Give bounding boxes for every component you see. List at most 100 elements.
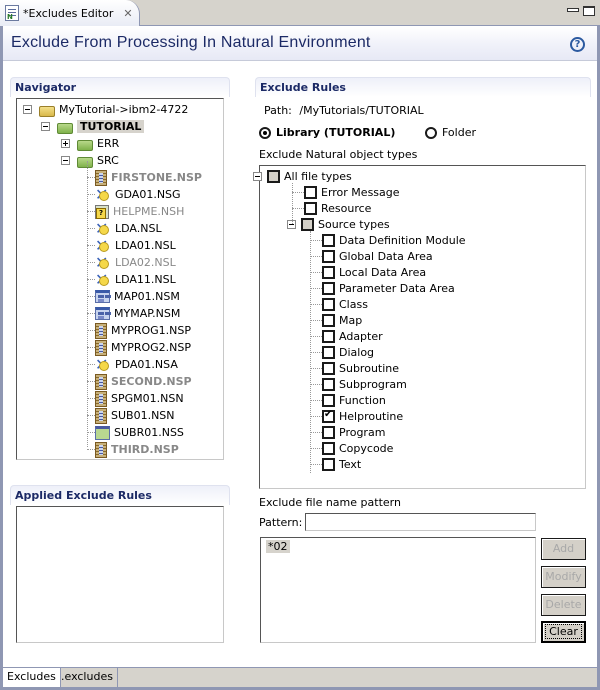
- applied-rules-list[interactable]: [16, 506, 224, 643]
- clear-button[interactable]: Clear: [541, 621, 586, 643]
- tab-excludes[interactable]: Excludes: [3, 668, 61, 687]
- object-type-item[interactable]: Function: [322, 392, 386, 409]
- navigator-item[interactable]: MYPROG2.NSP: [95, 339, 191, 356]
- library-radio-button[interactable]: [259, 126, 271, 139]
- tree-guide-line: [87, 279, 95, 280]
- object-type-item[interactable]: Dialog: [322, 344, 374, 361]
- navigator-item[interactable]: MyTutorial->ibm2-4722: [23, 101, 188, 118]
- navigator-item[interactable]: GDA01.NSG: [95, 185, 181, 204]
- navigator-item[interactable]: THIRD.NSP: [95, 441, 179, 458]
- object-type-label: Program: [339, 426, 386, 439]
- help-icon[interactable]: ?: [570, 37, 585, 52]
- navigator-item[interactable]: MYMAP.NSM: [95, 305, 180, 322]
- checkbox[interactable]: [322, 409, 335, 423]
- collapse-icon[interactable]: [41, 122, 50, 131]
- tab-excludes-source[interactable]: .excludes: [57, 668, 118, 687]
- tree-guide-line: [292, 192, 304, 193]
- object-type-item[interactable]: Adapter: [322, 328, 383, 345]
- object-type-item[interactable]: Error Message: [304, 184, 400, 201]
- object-type-item[interactable]: Data Definition Module: [322, 232, 466, 249]
- checkbox[interactable]: [322, 442, 335, 455]
- library-radio[interactable]: Library (TUTORIAL): [259, 126, 395, 139]
- object-type-item[interactable]: Program: [322, 424, 385, 441]
- navigator-tree[interactable]: MyTutorial->ibm2-4722 TUTORIAL ERR SRC FIRST…: [16, 98, 224, 460]
- folder-radio-button[interactable]: [425, 126, 437, 139]
- checkbox[interactable]: [322, 314, 335, 327]
- clear-button-label: Clear: [545, 624, 582, 639]
- maximize-icon[interactable]: [583, 6, 595, 16]
- checkbox[interactable]: [322, 362, 335, 375]
- navigator-item[interactable]: LDA01.NSL: [95, 236, 176, 255]
- checkbox[interactable]: [301, 218, 314, 231]
- navigator-item[interactable]: HELPME.NSH: [95, 203, 184, 220]
- object-type-item[interactable]: Text: [322, 456, 361, 473]
- subprogram-icon: [95, 407, 107, 424]
- navigator-item[interactable]: TUTORIAL: [41, 118, 145, 135]
- checkbox[interactable]: [322, 282, 335, 295]
- checkbox[interactable]: [322, 234, 335, 247]
- navigator-item[interactable]: LDA02.NSL: [95, 253, 176, 272]
- checkbox[interactable]: [322, 298, 335, 311]
- navigator-item[interactable]: MAP01.NSM: [95, 288, 180, 305]
- tree-guide-line: [310, 336, 322, 337]
- checkbox[interactable]: [304, 186, 317, 199]
- tree-guide-line: [310, 288, 322, 289]
- navigator-item[interactable]: MYPROG1.NSP: [95, 322, 191, 339]
- collapse-icon[interactable]: [253, 172, 262, 181]
- checkbox[interactable]: [322, 394, 335, 407]
- navigator-item[interactable]: ERR: [61, 135, 119, 152]
- tree-guide-line: [87, 245, 95, 246]
- object-type-item[interactable]: Local Data Area: [322, 264, 426, 281]
- pattern-list-item[interactable]: *02: [266, 540, 290, 553]
- checkbox[interactable]: [322, 330, 335, 343]
- navigator-item[interactable]: SRC: [61, 152, 119, 169]
- editor-tab[interactable]: *Excludes Editor ✕: [0, 0, 140, 26]
- navigator-item[interactable]: FIRSTONE.NSP: [95, 169, 202, 186]
- collapse-icon[interactable]: [61, 156, 70, 165]
- checkbox[interactable]: [267, 170, 280, 183]
- object-type-item[interactable]: Parameter Data Area: [322, 280, 455, 297]
- checkbox[interactable]: [322, 250, 335, 263]
- object-type-item[interactable]: Class: [322, 296, 368, 313]
- modify-button[interactable]: Modify: [541, 566, 586, 588]
- object-type-item[interactable]: Global Data Area: [322, 248, 433, 265]
- object-type-label: Error Message: [321, 186, 400, 199]
- navigator-item[interactable]: LDA11.NSL: [95, 270, 176, 289]
- folder-radio[interactable]: Folder: [425, 126, 476, 139]
- navigator-item[interactable]: SPGM01.NSN: [95, 390, 184, 407]
- checkbox[interactable]: [322, 346, 335, 359]
- navigator-item[interactable]: SUBR01.NSS: [95, 424, 184, 441]
- object-type-item[interactable]: Source types: [287, 216, 390, 233]
- close-icon[interactable]: ✕: [123, 7, 132, 20]
- object-type-item[interactable]: Resource: [304, 200, 371, 217]
- navigator-item-label: ERR: [97, 137, 120, 150]
- object-type-item[interactable]: Subprogram: [322, 376, 407, 393]
- pattern-list[interactable]: *02: [260, 537, 536, 643]
- checkbox[interactable]: [322, 458, 335, 471]
- checkbox[interactable]: [322, 266, 335, 279]
- checkbox[interactable]: [322, 378, 335, 391]
- object-types-tree[interactable]: All file types Error Message Resource Sourc…: [253, 165, 586, 489]
- object-type-item[interactable]: Copycode: [322, 440, 393, 457]
- helproutine-icon: [95, 204, 109, 219]
- delete-button[interactable]: Delete: [541, 594, 586, 616]
- collapse-icon[interactable]: [23, 105, 32, 114]
- tree-guide-line: [310, 464, 322, 465]
- object-type-item[interactable]: Subroutine: [322, 360, 399, 377]
- navigator-item[interactable]: PDA01.NSA: [95, 355, 178, 374]
- pattern-input[interactable]: [305, 513, 536, 531]
- navigator-item[interactable]: SUB01.NSN: [95, 407, 175, 424]
- object-type-item[interactable]: All file types: [253, 168, 352, 185]
- navigator-item-label: LDA11.NSL: [115, 273, 176, 286]
- checkbox[interactable]: [322, 426, 335, 439]
- navigator-item-label: SPGM01.NSN: [111, 392, 184, 405]
- checkbox[interactable]: [304, 202, 317, 215]
- natural-file-icon: [5, 5, 19, 21]
- object-type-item[interactable]: Helproutine: [322, 408, 403, 425]
- minimize-icon[interactable]: [567, 8, 579, 12]
- navigator-item[interactable]: SECOND.NSP: [95, 373, 192, 390]
- expand-icon[interactable]: [61, 139, 70, 148]
- object-type-item[interactable]: Map: [322, 312, 362, 329]
- add-button[interactable]: Add: [541, 538, 586, 560]
- navigator-item[interactable]: LDA.NSL: [95, 219, 162, 238]
